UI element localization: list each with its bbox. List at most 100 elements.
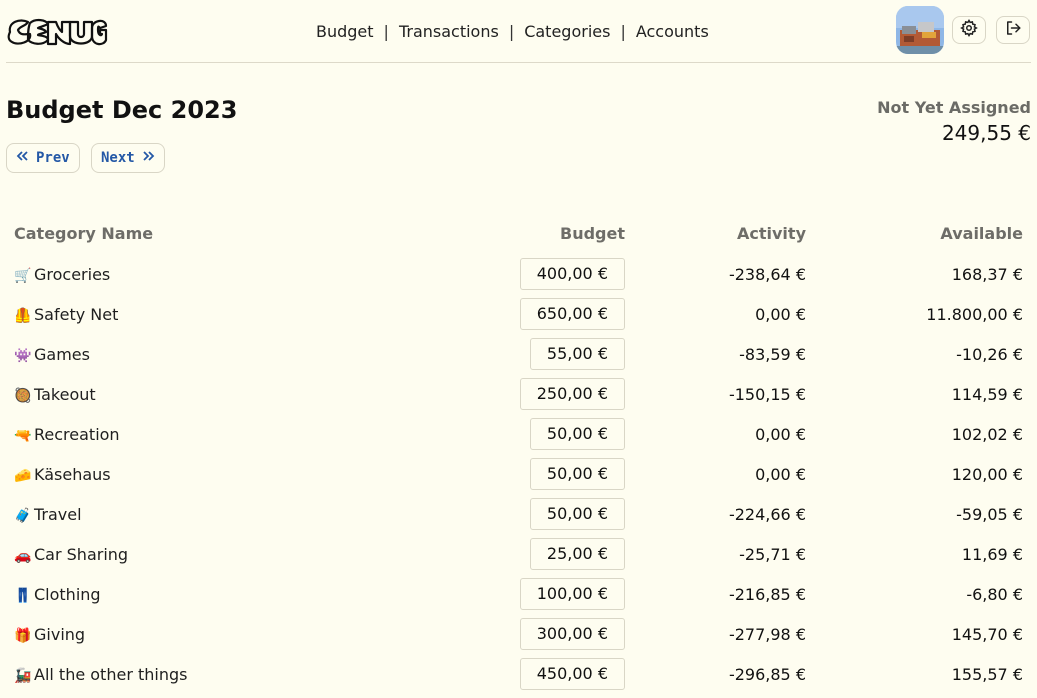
nav-separator: | bbox=[620, 21, 626, 41]
budget-table: Category Name Budget Activity Available … bbox=[6, 212, 1031, 694]
activity-cell: -224,66 € bbox=[728, 504, 806, 524]
category-cell: 👾 Games bbox=[6, 334, 477, 374]
table-row: 🛒 Groceries 400,00 € -238,64 € 168,37 € bbox=[6, 254, 1031, 294]
budget-cell: 300,00 € bbox=[477, 614, 633, 654]
budget-input[interactable]: 50,00 € bbox=[529, 418, 625, 450]
nav-separator: | bbox=[383, 21, 389, 41]
nav-separator: | bbox=[508, 21, 515, 41]
nav-categories[interactable]: Categories bbox=[524, 22, 610, 41]
activity-cell: 0,00 € bbox=[755, 304, 806, 324]
available-cell: 114,59 € bbox=[951, 384, 1023, 404]
available-cell: -6,80 € bbox=[966, 584, 1023, 604]
budget-cell: 25,00 € bbox=[477, 534, 633, 574]
category-name: All the other things bbox=[34, 664, 188, 684]
budget-cell: 50,00 € bbox=[477, 454, 633, 494]
category-cell: 🚗 Car Sharing bbox=[6, 534, 477, 574]
nav-accounts[interactable]: Accounts bbox=[636, 22, 709, 41]
budget-input[interactable]: 50,00 € bbox=[529, 458, 625, 490]
category-emoji-icon: 👖 bbox=[14, 587, 32, 604]
budget-input[interactable]: 100,00 € bbox=[519, 578, 625, 610]
budget-input[interactable]: 50,00 € bbox=[529, 498, 625, 530]
prev-month-button[interactable]: Prev bbox=[6, 143, 80, 173]
budget-input[interactable]: 25,00 € bbox=[529, 538, 625, 570]
category-name: Recreation bbox=[34, 424, 120, 444]
budget-cell: 55,00 € bbox=[477, 334, 633, 374]
table-row: 🦺 Safety Net 650,00 € 0,00 € 11.800,00 € bbox=[6, 294, 1031, 334]
budget-input[interactable]: 300,00 € bbox=[519, 618, 625, 650]
app-header: Budget | Transactions | Categories | Acc… bbox=[6, 0, 1031, 63]
category-emoji-icon: 🧳 bbox=[14, 507, 32, 524]
category-cell: 🧀 Käsehaus bbox=[6, 454, 477, 494]
category-emoji-icon: 🔫 bbox=[14, 427, 32, 444]
budget-cell: 250,00 € bbox=[477, 374, 633, 414]
budget-cell: 100,00 € bbox=[477, 574, 633, 614]
logout-icon bbox=[1004, 19, 1022, 41]
category-name: Games bbox=[34, 344, 90, 364]
activity-cell: 0,00 € bbox=[755, 464, 806, 484]
activity-cell: -25,71 € bbox=[739, 544, 806, 564]
category-emoji-icon: 🧀 bbox=[14, 467, 32, 484]
category-emoji-icon: 🦺 bbox=[14, 307, 32, 324]
activity-cell: -238,64 € bbox=[728, 264, 806, 284]
header-budget: Budget bbox=[560, 223, 625, 243]
table-row: 👖 Clothing 100,00 € -216,85 € -6,80 € bbox=[6, 574, 1031, 614]
category-name: Käsehaus bbox=[34, 464, 111, 484]
category-name: Groceries bbox=[34, 264, 111, 284]
category-name: Car Sharing bbox=[34, 544, 129, 564]
available-cell: 145,70 € bbox=[951, 624, 1023, 644]
budget-input[interactable]: 55,00 € bbox=[529, 338, 625, 370]
category-name: Clothing bbox=[34, 584, 101, 604]
table-row: 🚂 All the other things 450,00 € -296,85 € 15… bbox=[6, 654, 1031, 694]
app-logo[interactable] bbox=[6, 14, 108, 48]
next-month-button[interactable]: Next bbox=[91, 143, 165, 173]
category-emoji-icon: 🛒 bbox=[14, 267, 32, 284]
budget-cell: 50,00 € bbox=[477, 414, 633, 454]
table-row: 🔫 Recreation 50,00 € 0,00 € 102,02 € bbox=[6, 414, 1031, 454]
category-cell: 🧳 Travel bbox=[6, 494, 477, 534]
next-label: Next bbox=[101, 150, 135, 166]
category-name: Takeout bbox=[34, 384, 96, 404]
budget-cell: 450,00 € bbox=[477, 654, 633, 694]
budget-input[interactable]: 250,00 € bbox=[519, 378, 625, 410]
category-cell: 🛒 Groceries bbox=[6, 254, 477, 294]
available-cell: 11.800,00 € bbox=[926, 304, 1023, 324]
nav-budget[interactable]: Budget bbox=[316, 22, 374, 41]
available-cell: 120,00 € bbox=[951, 464, 1023, 484]
activity-cell: -296,85 € bbox=[728, 664, 806, 684]
category-name: Giving bbox=[34, 624, 86, 644]
budget-input[interactable]: 400,00 € bbox=[519, 258, 625, 290]
category-cell: 🥘 Takeout bbox=[6, 374, 477, 414]
activity-cell: 0,00 € bbox=[755, 424, 806, 444]
table-row: 👾 Games 55,00 € -83,59 € -10,26 € bbox=[6, 334, 1031, 374]
budget-input[interactable]: 650,00 € bbox=[519, 298, 625, 330]
main-nav: Budget | Transactions | Categories | Acc… bbox=[316, 19, 709, 43]
settings-button[interactable] bbox=[952, 16, 986, 44]
category-emoji-icon: 👾 bbox=[14, 347, 32, 364]
category-cell: 🔫 Recreation bbox=[6, 414, 477, 454]
available-cell: -10,26 € bbox=[956, 344, 1023, 364]
user-avatar[interactable] bbox=[896, 6, 944, 54]
category-emoji-icon: 🚂 bbox=[14, 667, 32, 684]
available-cell: 168,37 € bbox=[951, 264, 1023, 284]
category-cell: 🦺 Safety Net bbox=[6, 294, 477, 334]
category-emoji-icon: 🚗 bbox=[14, 547, 32, 564]
logout-button[interactable] bbox=[996, 16, 1030, 44]
budget-input[interactable]: 450,00 € bbox=[519, 658, 625, 690]
available-cell: 102,02 € bbox=[951, 424, 1023, 444]
category-name: Safety Net bbox=[34, 304, 119, 324]
table-row: 🧳 Travel 50,00 € -224,66 € -59,05 € bbox=[6, 494, 1031, 534]
gear-icon bbox=[960, 19, 978, 41]
header-activity: Activity bbox=[737, 223, 806, 243]
activity-cell: -216,85 € bbox=[728, 584, 806, 604]
activity-cell: -277,98 € bbox=[728, 624, 806, 644]
table-row: 🎁 Giving 300,00 € -277,98 € 145,70 € bbox=[6, 614, 1031, 654]
available-cell: 11,69 € bbox=[961, 544, 1023, 564]
category-cell: 🎁 Giving bbox=[6, 614, 477, 654]
table-row: 🥘 Takeout 250,00 € -150,15 € 114,59 € bbox=[6, 374, 1031, 414]
budget-cell: 50,00 € bbox=[477, 494, 633, 534]
nav-transactions[interactable]: Transactions bbox=[399, 22, 499, 41]
table-row: 🧀 Käsehaus 50,00 € 0,00 € 120,00 € bbox=[6, 454, 1031, 494]
available-cell: -59,05 € bbox=[956, 504, 1023, 524]
available-cell: 155,57 € bbox=[951, 664, 1023, 684]
category-name: Travel bbox=[34, 504, 82, 524]
